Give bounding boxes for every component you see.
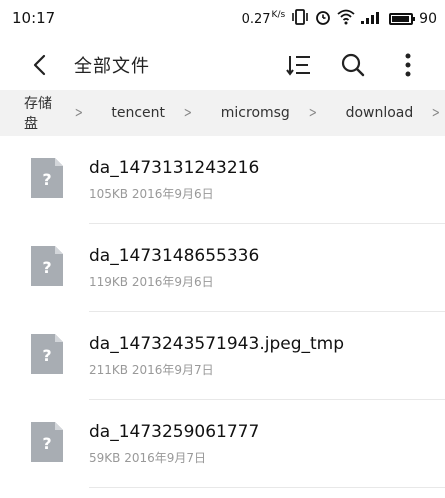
network-speed: 0.27 K/s <box>241 9 286 27</box>
svg-text:?: ? <box>42 170 51 189</box>
file-name: da_1473148655336 <box>89 246 260 266</box>
breadcrumb-separator: > <box>74 105 83 121</box>
file-size: 105KB <box>89 187 129 201</box>
unknown-file-icon: ? <box>31 158 63 198</box>
breadcrumb-separator: > <box>432 105 441 121</box>
file-size: 119KB <box>89 275 129 289</box>
wifi-icon <box>337 9 355 29</box>
breadcrumb: 存储盘 > tencent > micromsg > download > <box>0 90 445 136</box>
more-button[interactable] <box>392 49 424 81</box>
signal-icon <box>361 10 383 28</box>
sort-icon <box>286 56 310 76</box>
breadcrumb-item-download[interactable]: download <box>322 105 414 121</box>
status-bar: 10:17 0.27 K/s 90 <box>0 0 445 40</box>
title-bar: 全部文件 <box>0 40 445 90</box>
network-speed-value: 0.27 <box>241 11 271 27</box>
file-name: da_1473131243216 <box>89 158 260 178</box>
status-time: 10:17 <box>12 9 56 27</box>
breadcrumb-item-storage[interactable]: 存储盘 <box>0 93 56 133</box>
file-date: 2016年9月7日 <box>131 363 214 377</box>
file-size: 59KB <box>89 451 121 465</box>
breadcrumb-item-micromsg[interactable]: micromsg <box>197 105 290 121</box>
file-name: da_1473243571943.jpeg_tmp <box>89 334 344 354</box>
status-indicators: 0.27 K/s 90 <box>242 8 437 30</box>
sort-button[interactable] <box>283 49 315 81</box>
alarm-icon <box>315 9 331 29</box>
file-size: 211KB <box>89 363 129 377</box>
back-icon <box>33 54 46 76</box>
file-row[interactable]: ? da_1473259061777 59KB 2016年9月7日 <box>0 400 445 488</box>
svg-text:?: ? <box>42 346 51 365</box>
unknown-file-icon: ? <box>31 334 63 374</box>
back-button[interactable] <box>26 50 56 80</box>
breadcrumb-separator: > <box>308 105 317 121</box>
battery-icon <box>389 13 416 25</box>
unknown-file-icon: ? <box>31 422 63 462</box>
divider <box>89 487 445 488</box>
file-date: 2016年9月7日 <box>124 451 207 465</box>
file-row[interactable]: ? da_1473131243216 105KB 2016年9月6日 <box>0 136 445 224</box>
network-speed-unit: K/s <box>271 9 286 20</box>
battery-level: 90 <box>419 11 437 27</box>
file-meta: 59KB 2016年9月7日 <box>89 449 206 466</box>
file-row[interactable]: ? da_1473243571943.jpeg_tmp 211KB 2016年9… <box>0 312 445 400</box>
search-icon <box>341 53 365 77</box>
svg-text:?: ? <box>42 434 51 453</box>
file-row[interactable]: ? da_1473148655336 119KB 2016年9月6日 <box>0 224 445 312</box>
file-name: da_1473259061777 <box>89 422 260 442</box>
file-meta: 211KB 2016年9月7日 <box>89 361 214 378</box>
more-icon <box>405 53 411 77</box>
page-title: 全部文件 <box>74 56 150 77</box>
file-date: 2016年9月6日 <box>131 187 214 201</box>
svg-text:?: ? <box>42 258 51 277</box>
file-meta: 105KB 2016年9月6日 <box>89 185 214 202</box>
file-meta: 119KB 2016年9月6日 <box>89 273 214 290</box>
breadcrumb-separator: > <box>183 105 193 121</box>
unknown-file-icon: ? <box>31 246 63 286</box>
search-button[interactable] <box>337 49 369 81</box>
breadcrumb-item-tencent[interactable]: tencent <box>87 105 165 121</box>
vibrate-icon <box>291 9 309 29</box>
file-date: 2016年9月6日 <box>131 275 214 289</box>
